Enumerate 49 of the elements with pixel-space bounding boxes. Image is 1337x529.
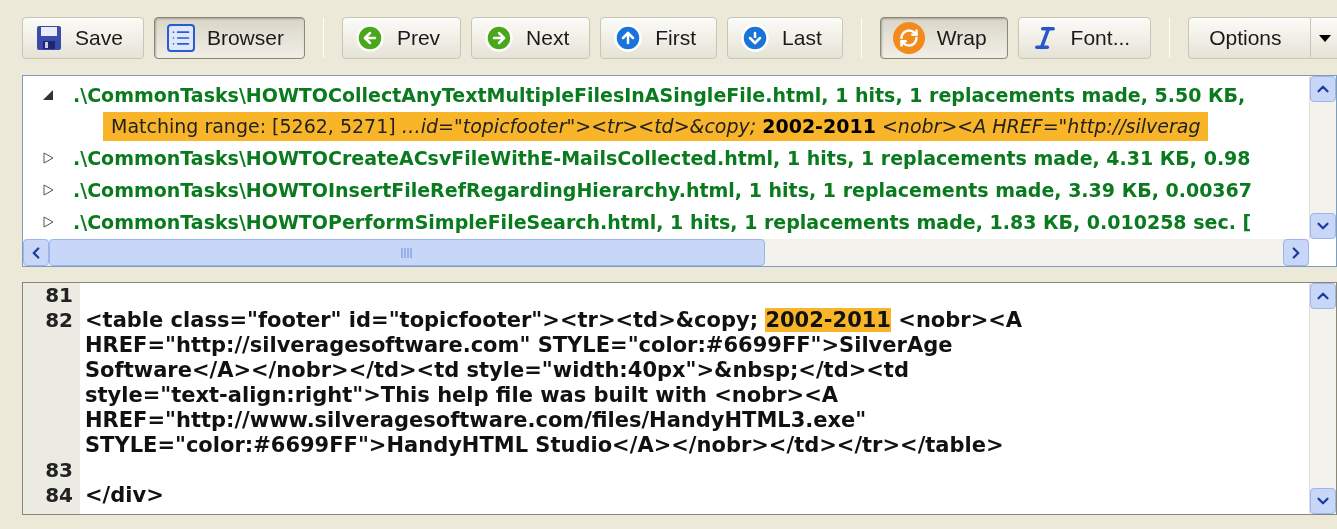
file-result-text: .\CommonTasks\HOWTOCreateACsvFileWithE-MailsCollected.html, 1 hits, 1 replacements made, 4.31 КБ, 0.98 [73, 145, 1251, 171]
line-number: 82 [23, 308, 80, 458]
vertical-scrollbar[interactable] [1309, 283, 1336, 514]
result-row[interactable]: .\CommonTasks\HOWTOInsertFileRefRegardingHierarchy.html, 1 hits, 1 replacements made, 3.39 КБ, 0.00367 [23, 174, 1309, 206]
toolbar-button[interactable]: Wrap [879, 17, 1008, 59]
code-editor[interactable] [22, 282, 1337, 515]
code-line: </div> [85, 483, 164, 508]
file-result-text: .\CommonTasks\HOWTOInsertFileRefRegardingHierarchy.html, 1 hits, 1 replacements made, 3.39 КБ, 0.00367 [73, 177, 1252, 203]
line-number: 81 [23, 283, 80, 308]
result-row[interactable]: .\CommonTasks\HOWTOPerformSimpleFileSearch.html, 1 hits, 1 replacements made, 1.83 КБ, 0.010258 sec. [ [23, 206, 1309, 238]
vertical-scrollbar[interactable] [1309, 76, 1336, 239]
toolbar-button[interactable]: Browser [153, 17, 305, 59]
file-result-text: .\CommonTasks\HOWTOCollectAnyTextMultipleFilesInASingleFile.html, 1 hits, 1 replacements made, 5.50 КБ, [73, 82, 1246, 108]
toolbar-button[interactable]: Prev [341, 17, 462, 59]
scroll-left-button[interactable] [23, 239, 49, 266]
scroll-down-button[interactable] [1310, 488, 1336, 514]
code-line: <table class="footer" id="topicfooter"><tr><td>&copy; 2002-2011 <nobr><A [85, 308, 1023, 333]
wrap-icon [892, 22, 925, 54]
collapse-triangle-icon[interactable] [43, 89, 54, 101]
list-icon [166, 24, 195, 52]
line-number: 84 [23, 483, 80, 508]
code-line: HREF="http://www.silveragesoftware.com/files/HandyHTML3.exe" [85, 408, 868, 433]
code-line: style="text-align:right">This help file was built with <nobr><A [85, 383, 839, 408]
dropdown-arrow-button[interactable] [1310, 17, 1337, 59]
toolbar-button[interactable]: Last [727, 17, 843, 59]
caret-icon [1319, 34, 1331, 42]
grip-icon [401, 247, 413, 258]
line-number: 83 [23, 458, 80, 483]
code-line: Software</A></nobr></td><td style="width:40px">&nbsp;</td><td [85, 358, 910, 383]
scroll-right-button[interactable] [1283, 239, 1309, 266]
toolbar-button[interactable]: Save [22, 17, 144, 59]
result-row[interactable]: .\CommonTasks\HOWTOCreateACsvFileWithE-MailsCollected.html, 1 hits, 1 replacements made, 4.31 КБ, 0.98 [23, 142, 1309, 174]
toolbar-button[interactable]: Options [1188, 17, 1311, 59]
horizontal-scrollbar[interactable] [23, 239, 1309, 266]
expand-triangle-icon[interactable] [43, 184, 54, 196]
expand-triangle-icon[interactable] [43, 216, 54, 228]
file-result-text: .\CommonTasks\HOWTOPerformSimpleFileSearch.html, 1 hits, 1 replacements made, 1.83 КБ, 0.010258 sec. [ [73, 209, 1252, 235]
code-line: HREF="http://silveragesoftware.com" STYLE="color:#6699FF">SilverAge [85, 333, 954, 358]
scroll-up-button[interactable] [1310, 283, 1336, 309]
toolbar-button[interactable]: Font... [1017, 17, 1152, 59]
code-line: STYLE="color:#6699FF">HandyHTML Studio</A></nobr></td></tr></table> [85, 433, 1005, 458]
toolbar-button[interactable]: Next [471, 17, 591, 59]
matching-range-text[interactable]: Matching range: [5262, 5271] …id="topicfooter"><tr><td>&copy; 2002-2011 <nobr><A HREF="http://silverag [103, 112, 1209, 141]
expand-triangle-icon[interactable] [43, 152, 54, 164]
toolbar-button[interactable]: First [600, 17, 718, 59]
scroll-up-button[interactable] [1310, 76, 1336, 102]
result-row[interactable]: .\CommonTasks\HOWTOCollectAnyTextMultipleFilesInASingleFile.html, 1 hits, 1 replacements made, 5.50 КБ, [23, 79, 1309, 111]
scrollbar-thumb[interactable] [49, 239, 765, 266]
scroll-down-button[interactable] [1310, 213, 1336, 239]
